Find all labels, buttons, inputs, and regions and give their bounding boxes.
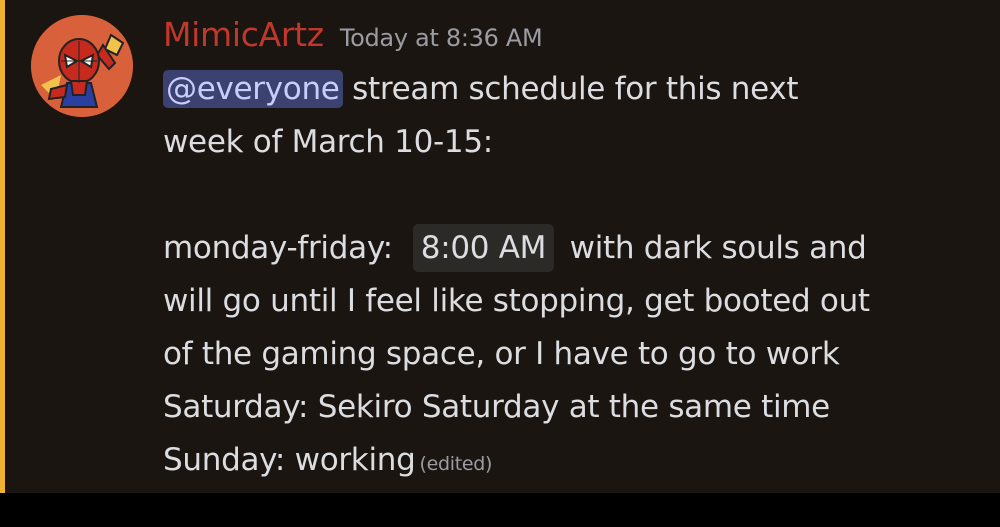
message-text: Sunday: working bbox=[163, 442, 416, 478]
message-body: @everyone stream schedule for this next … bbox=[163, 63, 983, 487]
username[interactable]: MimicArtz bbox=[163, 15, 324, 54]
message-container: MimicArtz Today at 8:36 AM @everyone stre… bbox=[0, 0, 1000, 493]
message-text: with dark souls and bbox=[560, 230, 867, 266]
message-line-3: monday-friday: 8:00 AM with dark souls an… bbox=[163, 222, 983, 275]
message-content: MimicArtz Today at 8:36 AM @everyone stre… bbox=[163, 14, 983, 487]
mention-highlight-bar bbox=[0, 0, 5, 493]
user-avatar[interactable] bbox=[31, 15, 133, 117]
everyone-mention[interactable]: @everyone bbox=[163, 70, 343, 108]
message-line-7: Sunday: working (edited) bbox=[163, 434, 983, 487]
message-line-5: of the gaming space, or I have to go to … bbox=[163, 336, 840, 372]
message-line-4: will go until I feel like stopping, get … bbox=[163, 283, 870, 319]
message-line-2: week of March 10-15: bbox=[163, 124, 493, 160]
edited-label: (edited) bbox=[419, 453, 493, 475]
message-timestamp: Today at 8:36 AM bbox=[339, 24, 543, 52]
message-header: MimicArtz Today at 8:36 AM bbox=[163, 14, 983, 56]
message-line-1: @everyone stream schedule for this next bbox=[163, 63, 983, 116]
message-line-6: Saturday: Sekiro Saturday at the same ti… bbox=[163, 389, 830, 425]
timestamp-chip[interactable]: 8:00 AM bbox=[412, 224, 555, 272]
spider-man-avatar-icon bbox=[31, 15, 133, 117]
message-text: stream schedule for this next bbox=[342, 71, 799, 107]
message-text: monday-friday: bbox=[163, 230, 393, 266]
